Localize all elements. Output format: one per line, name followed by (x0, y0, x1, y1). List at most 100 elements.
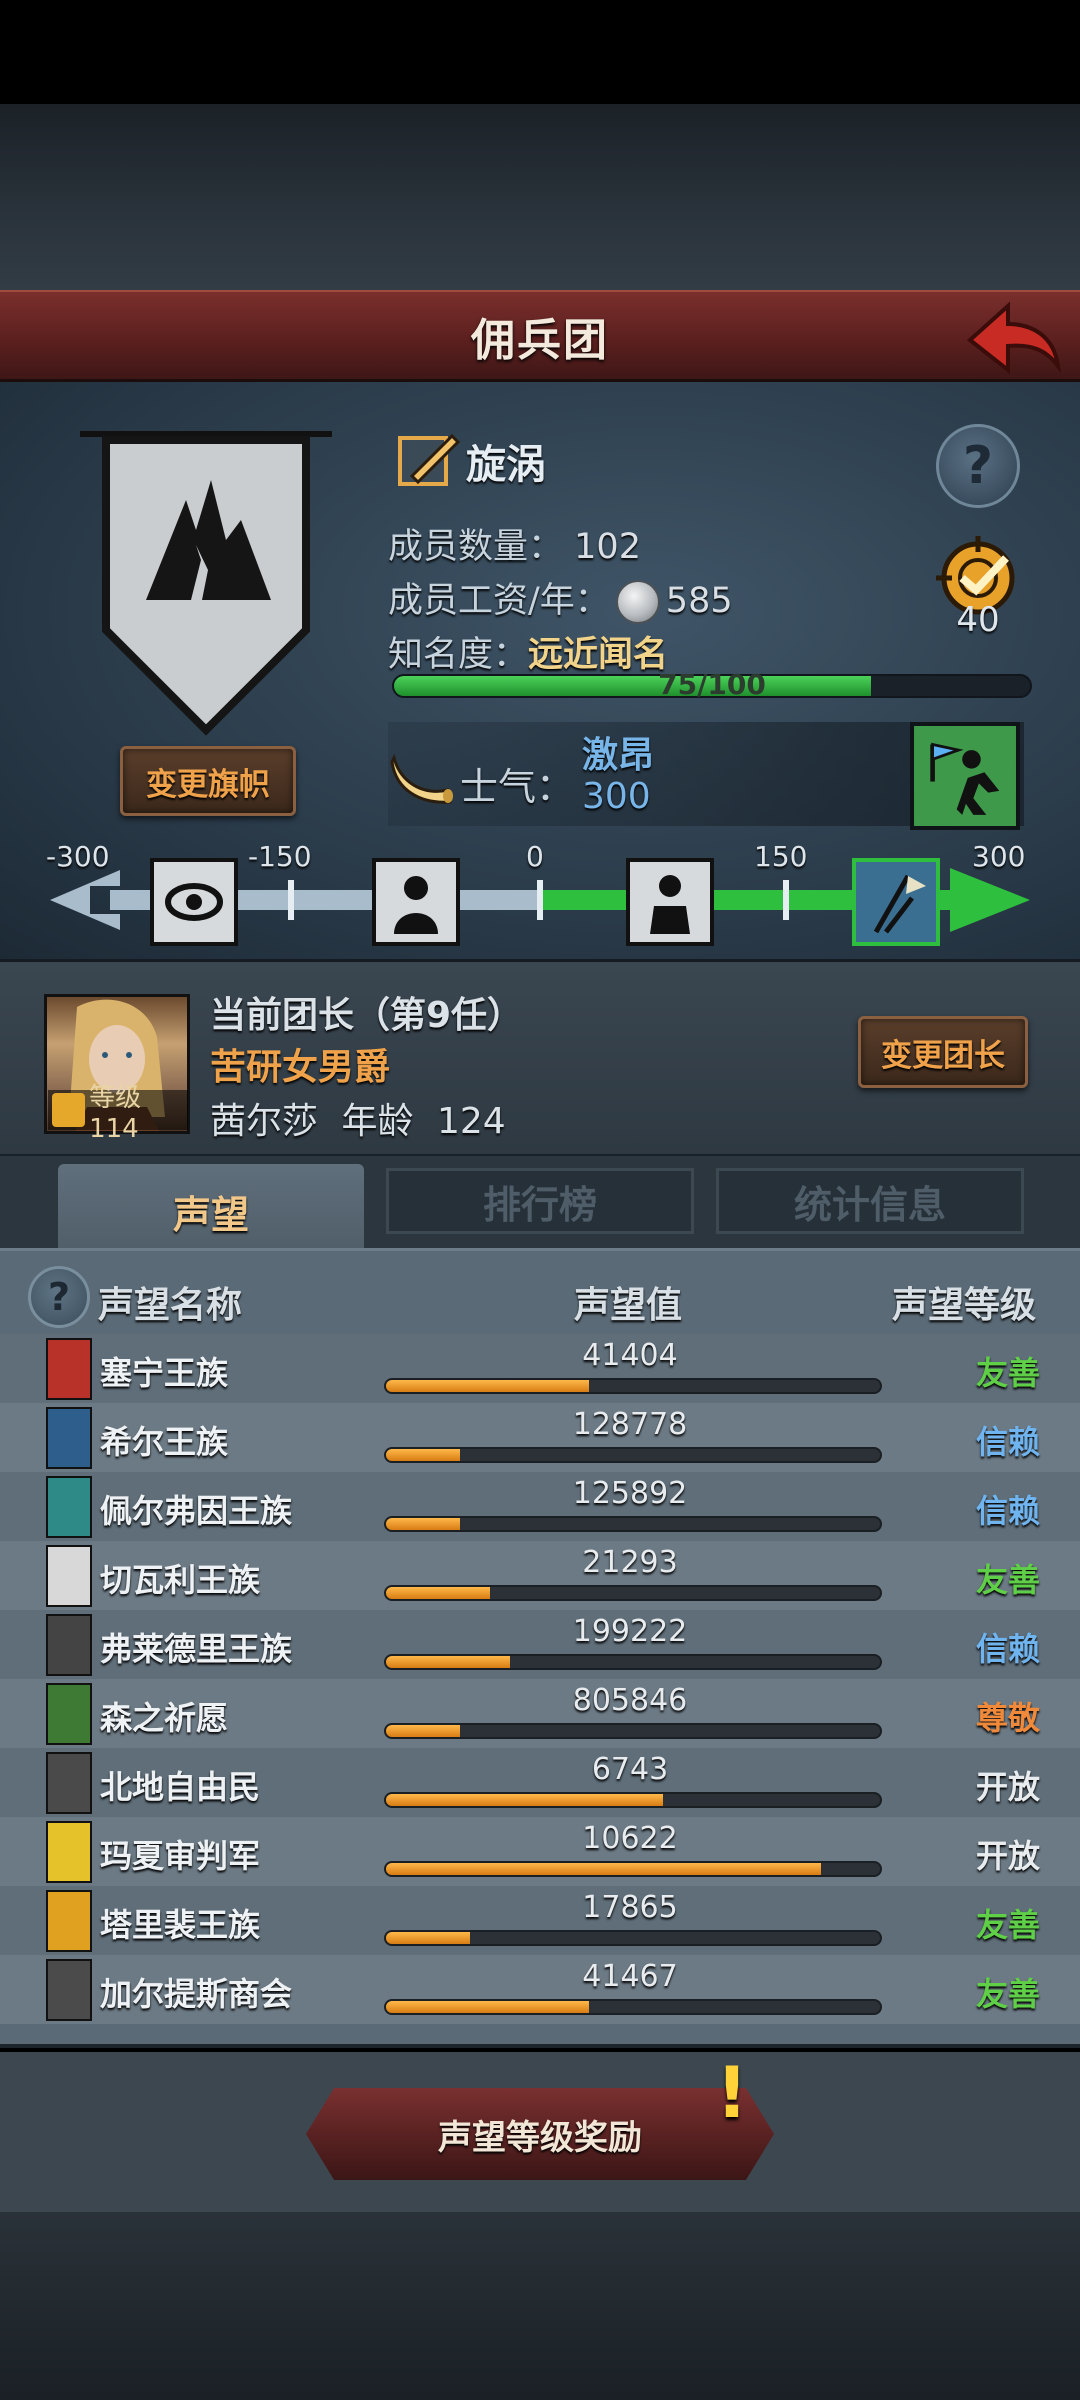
reputation-row[interactable]: 弗莱德里王族 199222 信赖 (0, 1610, 1080, 1679)
faction-crest-icon (46, 1407, 92, 1469)
reputation-row[interactable]: 塞宁王族 41404 友善 (0, 1334, 1080, 1403)
faction-reputation-level: 开放 (975, 1768, 1040, 1806)
change-leader-button[interactable]: 变更团长 (858, 1016, 1028, 1088)
page-title: 佣兵团 (471, 314, 609, 366)
header-backdrop (0, 104, 1080, 290)
morale-rally-icon[interactable] (852, 858, 940, 946)
reputation-row[interactable]: 希尔王族 128778 信赖 (0, 1403, 1080, 1472)
tick-label-0: 0 (526, 840, 544, 873)
faction-reputation-level: 信赖 (975, 1630, 1040, 1668)
change-banner-button[interactable]: 变更旗帜 (120, 746, 296, 816)
faction-reputation-level: 友善 (975, 1561, 1040, 1599)
faction-reputation-value: 41467 (582, 1959, 678, 1994)
faction-reputation-bar (384, 1447, 882, 1463)
faction-reputation-value: 128778 (572, 1407, 688, 1442)
wage-value: 585 (665, 581, 733, 621)
header-name: 声望名称 (98, 1285, 243, 1326)
faction-reputation-fill (386, 1380, 589, 1392)
faction-crest-icon (46, 1683, 92, 1745)
faction-reputation-level: 信赖 (975, 1423, 1040, 1461)
reputation-row[interactable]: 切瓦利王族 21293 友善 (0, 1541, 1080, 1610)
reputation-row[interactable]: 佩尔弗因王族 125892 信赖 (0, 1472, 1080, 1541)
faction-name: 加尔提斯商会 (100, 1975, 293, 2013)
reputation-row[interactable]: 玛夏审判军 10622 开放 (0, 1817, 1080, 1886)
faction-crest-icon (46, 1614, 92, 1676)
faction-reputation-bar (384, 1723, 882, 1739)
exclamation-icon: ! (716, 2052, 748, 2134)
faction-reputation-level: 友善 (975, 1975, 1040, 2013)
morale-label: 士气： (460, 765, 575, 809)
faction-reputation-level: 尊敬 (975, 1699, 1040, 1737)
tick-label-300: 300 (972, 840, 1026, 873)
members-value: 102 (574, 527, 641, 567)
faction-name: 玛夏审判军 (100, 1837, 261, 1875)
wage-line: 成员工资/年： 585 (388, 572, 733, 624)
faction-name: 北地自由民 (100, 1768, 261, 1806)
faction-reputation-fill (386, 1863, 821, 1875)
faction-name: 切瓦利王族 (100, 1561, 261, 1599)
morale-fear-icon[interactable] (372, 858, 460, 946)
faction-reputation-value: 17865 (582, 1890, 678, 1925)
faction-reputation-fill (386, 1725, 461, 1737)
title-bar: 佣兵团 (0, 290, 1080, 382)
leader-age-value: 124 (436, 1101, 506, 1142)
morale-calm-icon[interactable] (626, 858, 714, 946)
help-question-icon[interactable]: ? (936, 424, 1020, 508)
reputation-reward-button[interactable]: 声望等级奖励 (306, 2088, 774, 2180)
bottom-backdrop (0, 2212, 1080, 2400)
faction-reputation-bar (384, 1792, 882, 1808)
faction-crest-icon (46, 1890, 92, 1952)
faction-reputation-value: 21293 (582, 1545, 678, 1580)
morale-value: 300 (582, 776, 651, 817)
header-value: 声望值 (574, 1285, 683, 1326)
reputation-row[interactable]: 塔里裴王族 17865 友善 (0, 1886, 1080, 1955)
guild-banner (80, 431, 332, 736)
morale-despair-icon[interactable] (150, 858, 238, 946)
reputation-row[interactable]: 森之祈愿 805846 尊敬 (0, 1679, 1080, 1748)
faction-reputation-fill (386, 1932, 470, 1944)
reputation-row[interactable]: 北地自由民 6743 开放 (0, 1748, 1080, 1817)
faction-reputation-fill (386, 1587, 490, 1599)
morale-charge-icon[interactable] (910, 722, 1020, 830)
tick-label-150: 150 (754, 840, 808, 873)
faction-reputation-bar (384, 1930, 882, 1946)
faction-crest-icon (46, 1545, 92, 1607)
faction-name: 塔里裴王族 (100, 1906, 261, 1944)
tick-label-neg300: -300 (46, 840, 110, 873)
guild-name: 旋涡 (466, 442, 546, 488)
faction-reputation-bar (384, 1585, 882, 1601)
tab-statistics[interactable]: 统计信息 (716, 1168, 1024, 1234)
horn-icon (390, 753, 453, 804)
quill-icon (398, 433, 461, 486)
members-line: 成员数量： 102 (388, 518, 641, 569)
faction-reputation-bar (384, 1861, 882, 1877)
leader-level-badge: 等级114 (48, 1083, 188, 1144)
faction-name: 希尔王族 (100, 1423, 229, 1461)
faction-name: 佩尔弗因王族 (100, 1492, 293, 1530)
faction-reputation-value: 6743 (591, 1752, 669, 1787)
faction-reputation-value: 125892 (572, 1476, 688, 1511)
reputation-row[interactable]: 加尔提斯商会 41467 友善 (0, 1955, 1080, 2024)
faction-reputation-bar (384, 1999, 882, 2015)
faction-reputation-level: 友善 (975, 1354, 1040, 1392)
leader-name: 茜尔莎 (210, 1101, 319, 1142)
header-level: 声望等级 (892, 1285, 1037, 1326)
status-bar-area (0, 0, 1080, 104)
faction-name: 塞宁王族 (100, 1354, 229, 1392)
tab-ranking[interactable]: 排行榜 (386, 1168, 694, 1234)
leader-class: 苦研女男爵 (210, 1047, 391, 1088)
faction-crest-icon (46, 1959, 92, 2021)
tick-label-neg150: -150 (248, 840, 312, 873)
faction-reputation-value: 10622 (582, 1821, 678, 1856)
level-star-icon (52, 1093, 86, 1127)
faction-reputation-fill (386, 1449, 461, 1461)
faction-crest-icon (46, 1476, 92, 1538)
reputation-header: 声望名称 声望值 声望等级 (0, 1262, 1080, 1332)
leader-name-line: 茜尔莎 年龄 124 (210, 1092, 506, 1144)
leader-level: 等级114 (89, 1082, 142, 1144)
back-arrow-icon[interactable] (962, 300, 1062, 378)
faction-reputation-value: 199222 (572, 1614, 688, 1649)
faction-crest-icon (46, 1752, 92, 1814)
tab-reputation[interactable]: 声望 (58, 1164, 364, 1258)
faction-reputation-fill (386, 1794, 663, 1806)
